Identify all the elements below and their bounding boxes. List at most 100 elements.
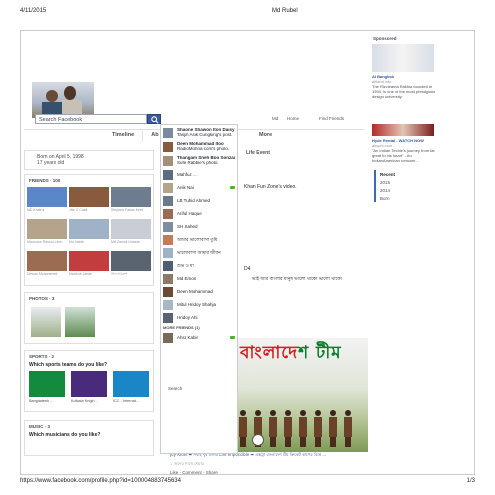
avatar [163, 287, 173, 297]
team-logo[interactable] [71, 371, 107, 397]
chat-contact[interactable]: শুভ ও মা [163, 260, 237, 272]
year-link[interactable]: Born [376, 194, 440, 202]
music-header[interactable]: MUSIC · 3 [25, 421, 153, 432]
chat-contact[interactable]: Mitul Hridoy Shahja [163, 299, 237, 311]
ad-block-2[interactable]: Hyde Rental - WATCH NOW akqchi.com "An I… [372, 138, 440, 163]
chat-contact[interactable]: Shaone Shawon Iton Daisy Tasjin Asik Cung… [163, 127, 237, 139]
team-name[interactable]: ICC - Internat... [113, 399, 149, 403]
friend-name[interactable]: MD Khairul [27, 208, 67, 212]
friend-name[interactable]: Mamunur Rashid Leon [27, 240, 67, 244]
friend-photo[interactable] [69, 251, 109, 271]
sports-header[interactable]: SPORTS · 2 [25, 351, 153, 362]
feed-video-text[interactable]: Khan Fun Zone's video. [244, 184, 297, 190]
friend-tile[interactable]: Md Habib [69, 219, 109, 249]
friend-name[interactable]: Md Habib [69, 240, 109, 244]
friend-tile[interactable]: Mamunur Rashid Leon [27, 219, 67, 249]
search-button[interactable] [147, 114, 161, 124]
friend-photo[interactable] [69, 219, 109, 239]
team-name[interactable]: Kolkata Knigh... [71, 399, 107, 403]
feed-time-text: D4 [244, 266, 251, 272]
ad-block-1[interactable]: AI Bangbok aifiabd.info The Rizvieama Ra… [372, 74, 436, 99]
online-indicator-icon [230, 186, 235, 189]
friend-tile[interactable]: Jhe G Caldi [69, 187, 109, 217]
friend-photo[interactable] [69, 187, 109, 207]
chat-contact[interactable]: ভালোবাসা আমার জীবন [163, 247, 237, 259]
friend-name[interactable]: Md Zamiul Hossan [111, 240, 151, 244]
tab-more[interactable]: More [255, 130, 276, 140]
print-title: Md Rubel [272, 8, 298, 14]
sports-team[interactable]: Bangladesh ... [29, 371, 65, 405]
avatar [163, 235, 173, 245]
friends-header[interactable]: FRIENDS · 100 [25, 175, 153, 186]
friend-name[interactable]: Dewan Mohammed [27, 272, 67, 276]
chat-contact-name: Ahsr Kabir [177, 335, 199, 340]
chat-contact[interactable]: Thangam Sneh Boo Sonzai Sufe Rabbie's pho… [163, 155, 237, 167]
chat-contact[interactable]: Ariful Haque [163, 208, 237, 220]
chat-contact-name: LB Tuhid Ahmed [177, 198, 211, 203]
friend-tile[interactable]: Mahbub Jahan [69, 251, 109, 281]
nav-profile-link[interactable]: Md [272, 116, 278, 121]
more-friends-header: MORE FRIENDS (1) [163, 325, 200, 330]
chat-contact[interactable]: SH Sahed [163, 221, 237, 233]
team-logo[interactable] [29, 371, 65, 397]
photo-thumb[interactable] [31, 307, 61, 337]
chat-contact[interactable]: Hridoy Ahi [163, 312, 237, 324]
friend-tile[interactable]: Stephen Farias Kent [111, 187, 151, 217]
avatar [163, 313, 173, 323]
person-silhouette [343, 410, 353, 448]
search-icon [151, 116, 159, 124]
team-name[interactable]: Bangladesh ... [29, 399, 65, 403]
post-actions[interactable]: Like · Comment · Share [170, 470, 218, 475]
chat-contact[interactable]: Deen Mohammad [163, 286, 237, 298]
photo-thumb[interactable] [65, 307, 95, 337]
search-input[interactable]: Search Facebook [35, 114, 147, 124]
friend-photo[interactable] [111, 187, 151, 207]
year-link[interactable]: 2015 [376, 178, 440, 186]
online-indicator-icon [230, 336, 235, 339]
friend-name[interactable]: নীল আকাশ [111, 272, 151, 276]
person-silhouette [298, 410, 308, 448]
chat-contact[interactable]: Ahsr Kabir [163, 332, 237, 344]
ad-image[interactable] [372, 44, 434, 72]
print-url: https://www.facebook.com/profile.php?id=… [20, 478, 181, 484]
nav-find-friends-link[interactable]: Find Friends [319, 116, 344, 121]
friend-tile[interactable]: নীল আকাশ [111, 251, 151, 281]
life-event-link[interactable]: Life Event [246, 150, 270, 156]
chat-contact-name: Deen Mohammad [177, 289, 213, 294]
avatar [163, 261, 173, 271]
chat-contact[interactable]: LB Tuhid Ahmed [163, 195, 237, 207]
team-logo[interactable] [113, 371, 149, 397]
sports-team[interactable]: Kolkata Knigh... [71, 371, 107, 405]
friend-name[interactable]: Jhe G Caldi [69, 208, 109, 212]
friend-tile[interactable]: MD Khairul [27, 187, 67, 217]
chat-contact-name: Thangam Sneh Boo Sonzai [177, 156, 236, 160]
chat-contact[interactable]: আমার ভালোবাসা তুমি [163, 234, 237, 246]
avatar [163, 183, 173, 193]
chat-contact[interactable]: Mahfuz ... [163, 169, 237, 181]
friend-photo[interactable] [27, 219, 67, 239]
chat-search-input[interactable]: Search [168, 386, 182, 391]
friend-photo[interactable] [111, 251, 151, 271]
feed-status-text: ভাই আর বাংলার মানুষ ভালো থাকো ভালো থাকো [252, 277, 342, 282]
friend-tile[interactable]: Md Zamiul Hossan [111, 219, 151, 249]
friend-tile[interactable]: Dewan Mohammed [27, 251, 67, 281]
chat-contact[interactable]: Md Emon [163, 273, 237, 285]
nav-home-link[interactable]: Home [287, 116, 299, 121]
tab-timeline[interactable]: Timeline [104, 130, 144, 142]
friend-photo[interactable] [27, 187, 67, 207]
year-link[interactable]: Recent [376, 170, 440, 178]
friend-photo[interactable] [27, 251, 67, 271]
avatar [163, 300, 173, 310]
chat-contact[interactable]: Anik Nai [163, 182, 237, 194]
ad-image[interactable] [372, 124, 434, 136]
friend-name[interactable]: Mahbub Jahan [69, 272, 109, 276]
chat-contact[interactable]: Deen Mohammad Itoo RadioMohna.com's photo… [163, 141, 237, 153]
photos-header[interactable]: PHOTOS · 3 [25, 293, 153, 304]
year-link[interactable]: 2014 [376, 186, 440, 194]
chat-contact-name: Mitul Hridoy Shahja [177, 302, 217, 307]
chat-contact-name: শুভ ও মা [177, 263, 194, 268]
sports-team[interactable]: ICC - Internat... [113, 371, 149, 405]
friend-name[interactable]: Stephen Farias Kent [111, 208, 151, 212]
avatar [163, 274, 173, 284]
friend-photo[interactable] [111, 219, 151, 239]
